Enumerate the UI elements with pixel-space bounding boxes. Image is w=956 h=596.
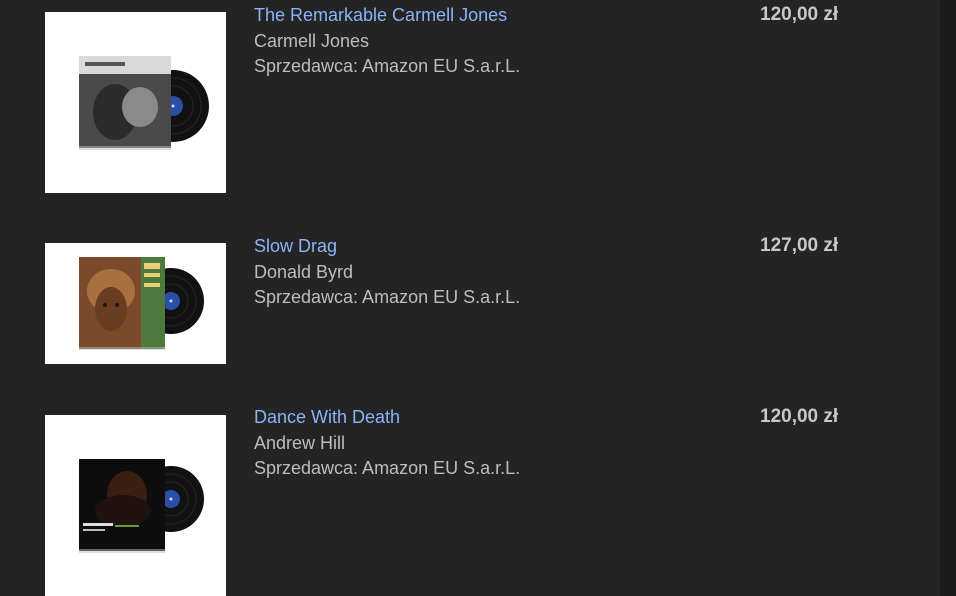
product-artist: Carmell Jones xyxy=(254,31,370,51)
album-cover-image[interactable] xyxy=(45,12,226,193)
product-price: 120,00 zł xyxy=(760,4,839,25)
vertical-scrollbar[interactable] xyxy=(940,0,956,596)
product-price: 120,00 zł xyxy=(760,406,839,427)
product-price: 127,00 zł xyxy=(760,235,839,256)
product-seller: Sprzedawca: Amazon EU S.a.r.L. xyxy=(254,287,521,307)
album-cover-image[interactable] xyxy=(45,415,226,596)
product-seller: Sprzedawca: Amazon EU S.a.r.L. xyxy=(254,458,521,478)
product-artist: Andrew Hill xyxy=(254,433,346,453)
product-title-link[interactable]: Slow Drag xyxy=(254,235,337,257)
product-title-link[interactable]: Dance With Death xyxy=(254,406,400,428)
album-cover-image[interactable] xyxy=(45,243,226,364)
product-title-link[interactable]: The Remarkable Carmell Jones xyxy=(254,4,507,26)
product-seller: Sprzedawca: Amazon EU S.a.r.L. xyxy=(254,56,521,76)
product-artist: Donald Byrd xyxy=(254,262,354,282)
